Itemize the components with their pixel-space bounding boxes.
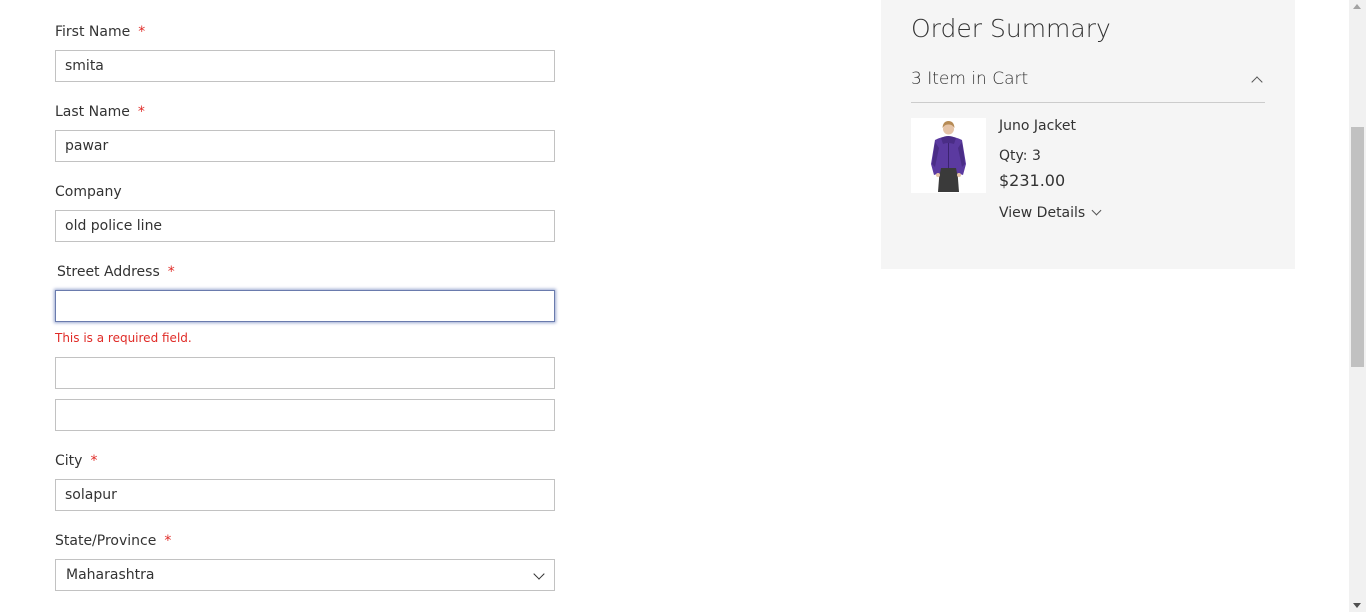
order-summary-title: Order Summary <box>911 14 1111 43</box>
street-address-error: This is a required field. <box>55 331 192 345</box>
scrollbar-thumb[interactable] <box>1351 127 1364 367</box>
company-input[interactable] <box>55 210 555 242</box>
product-quantity: Qty: 3 <box>999 148 1041 164</box>
last-name-label: Last Name * <box>55 102 145 122</box>
street-address-line1-input[interactable] <box>55 290 555 322</box>
first-name-label: First Name * <box>55 22 145 42</box>
required-asterisk: * <box>167 264 175 280</box>
street-address-line3-input[interactable] <box>55 399 555 431</box>
last-name-input[interactable] <box>55 130 555 162</box>
product-price: $231.00 <box>999 171 1066 190</box>
street-address-label-text: Street Address <box>57 264 160 280</box>
street-address-label: Street Address * <box>57 262 175 282</box>
state-province-label-text: State/Province <box>55 533 157 549</box>
cart-items-toggle[interactable]: 3 Item in Cart <box>911 68 1265 103</box>
state-province-select[interactable]: Maharashtra <box>55 559 555 591</box>
company-label-text: Company <box>55 184 122 200</box>
chevron-down-icon <box>1091 205 1102 216</box>
page-scrollbar[interactable] <box>1349 0 1366 612</box>
last-name-label-text: Last Name <box>55 104 130 120</box>
state-province-selected-value[interactable]: Maharashtra <box>55 559 555 591</box>
first-name-input[interactable] <box>55 50 555 82</box>
chevron-up-icon <box>1251 76 1263 88</box>
cart-item-count: 3 Item in Cart <box>911 69 1029 89</box>
city-label-text: City <box>55 453 83 469</box>
scroll-down-arrow-icon[interactable] <box>1353 603 1361 608</box>
view-details-label: View Details <box>999 205 1086 221</box>
city-input[interactable] <box>55 479 555 511</box>
jacket-image-icon <box>911 118 986 193</box>
city-label: City * <box>55 451 97 471</box>
required-asterisk: * <box>138 24 146 40</box>
required-asterisk: * <box>164 533 172 549</box>
required-asterisk: * <box>137 104 145 120</box>
first-name-label-text: First Name <box>55 24 131 40</box>
scroll-up-arrow-icon[interactable] <box>1353 4 1361 9</box>
street-address-line2-input[interactable] <box>55 357 555 389</box>
order-summary-panel: Order Summary 3 Item in Cart Juno Jacket… <box>881 0 1295 269</box>
view-details-toggle[interactable]: View Details <box>999 205 1102 221</box>
company-label: Company <box>55 182 122 202</box>
required-asterisk: * <box>90 453 98 469</box>
product-thumbnail <box>911 118 986 193</box>
state-province-label: State/Province * <box>55 531 171 551</box>
product-name: Juno Jacket <box>999 118 1077 134</box>
